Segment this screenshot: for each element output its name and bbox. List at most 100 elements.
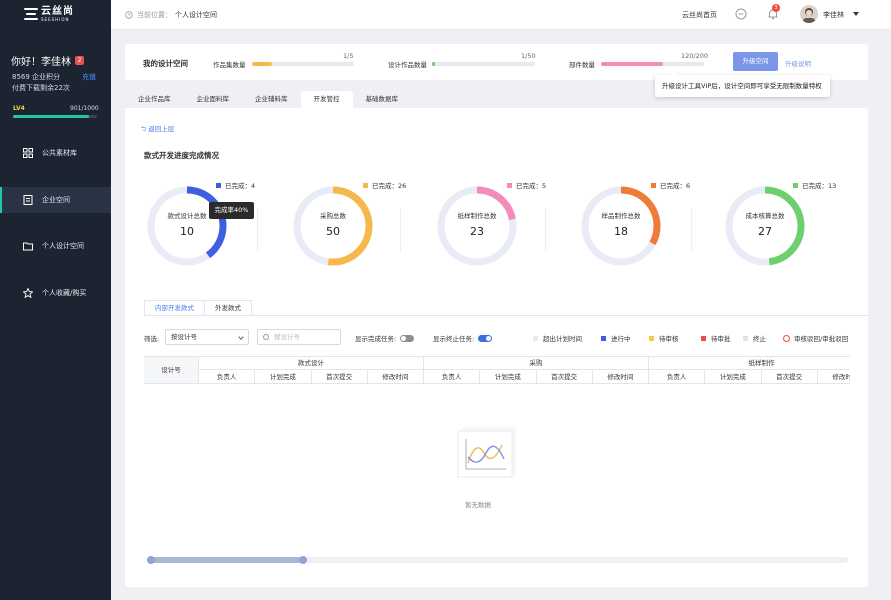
chevron-down-icon[interactable] xyxy=(853,12,859,16)
quota-value-parts: 120/200 xyxy=(681,52,709,60)
sub-tabs: 内部开发款式 外发款式 xyxy=(144,300,252,316)
legend-in-progress: 进行中 xyxy=(601,333,631,343)
subtab-internal[interactable]: 内部开发款式 xyxy=(144,300,205,316)
legend-swatch xyxy=(363,182,368,188)
legend-swatch xyxy=(651,182,656,188)
user-name[interactable]: 李佳林 xyxy=(823,10,844,20)
top-bar: 当前位置： 个人设计空间 云丝尚首页 3 李佳林 xyxy=(111,0,891,30)
show-stopped-label: 显示终止任务: xyxy=(433,335,475,343)
show-stopped-toggle[interactable] xyxy=(478,334,493,342)
sidebar-item-enterprise-space[interactable]: 企业空间 xyxy=(0,187,111,213)
legend-swatch xyxy=(507,182,512,188)
divider xyxy=(400,208,401,252)
scroll-right-handle[interactable] xyxy=(299,556,307,564)
avatar[interactable] xyxy=(800,5,818,23)
recharge-link[interactable]: 充值 xyxy=(82,72,96,82)
quota-title: 我的设计空间 xyxy=(143,59,188,68)
tab-enterprise-works[interactable]: 企业作品库 xyxy=(125,91,184,108)
donut-total: 50 xyxy=(326,225,340,238)
donut-done-legend: 已完成：26 xyxy=(363,180,406,190)
table-column-header: 首次提交 xyxy=(762,370,818,383)
table-column-header: 首次提交 xyxy=(537,370,593,383)
table-group-header: 纸样制作 xyxy=(649,357,850,370)
grid-icon xyxy=(23,148,33,158)
tab-enterprise-fabrics[interactable]: 企业面料库 xyxy=(184,91,243,108)
doc-icon xyxy=(23,195,33,205)
message-icon[interactable] xyxy=(735,8,747,20)
subtab-underline xyxy=(144,315,868,316)
quota-value-portfolio: 1/5 xyxy=(343,52,354,60)
tab-enterprise-trims[interactable]: 企业辅料库 xyxy=(242,91,301,108)
logo[interactable]: 云丝尚 SEESHION xyxy=(24,6,82,22)
empty-chart-illustration xyxy=(454,423,520,483)
quota-bar-parts xyxy=(601,62,704,66)
donut-done-text: 已完成：4 xyxy=(225,182,256,190)
legend-swatch xyxy=(743,335,748,341)
table-column-header: 负责人 xyxy=(199,370,256,383)
search-icon xyxy=(263,334,269,340)
table-column-header: 首次提交 xyxy=(312,370,368,383)
filter-select-value: 按设计号 xyxy=(171,333,197,341)
folder-icon xyxy=(23,241,33,251)
back-link[interactable]: ⮌ 返回上层 xyxy=(141,123,174,136)
logo-subname: SEESHION xyxy=(41,16,70,22)
empty-text: 暂无数据 xyxy=(465,501,491,509)
sidebar: 云丝尚 SEESHION 你好！李佳林 2 8569 企业积分 充值 付费下载剩… xyxy=(0,0,111,600)
donut-name: 样品制作总数 xyxy=(601,212,641,220)
upgrade-space-button[interactable]: 升级空间 xyxy=(733,52,778,71)
level-progress-bar xyxy=(13,115,97,118)
sidebar-item-public-library[interactable]: 公共素材库 xyxy=(0,140,111,166)
legend-label: 待审批 xyxy=(711,335,731,343)
donut-total: 10 xyxy=(180,225,194,238)
points-text: 8569 企业积分 xyxy=(12,73,61,81)
star-icon xyxy=(23,288,33,298)
upgrade-tooltip: 升级设计工具VIP后，设计空间即可享受无限制数量特权 xyxy=(655,71,830,97)
table-column-header: 负责人 xyxy=(649,370,706,383)
section-title: 款式开发进度完成情况 xyxy=(144,151,219,160)
level-label: LV4 xyxy=(13,105,25,112)
upgrade-info-link[interactable]: 升级说明 xyxy=(785,58,811,68)
tab-development-control[interactable]: 开发管控 xyxy=(300,91,353,108)
legend-label: 超出计划时间 xyxy=(543,335,582,343)
table-column-header: 负责人 xyxy=(424,370,481,383)
quota-bar-works xyxy=(432,62,535,66)
notification-badge: 3 xyxy=(772,4,780,12)
search-input[interactable]: 搜设计号 xyxy=(257,329,341,345)
scroll-left-handle[interactable] xyxy=(147,556,155,564)
filter-select[interactable]: 按设计号 xyxy=(165,329,249,345)
greeting-text: 你好！李佳林 xyxy=(11,57,71,68)
chevron-down-icon xyxy=(238,334,244,340)
legend-overdue: 超出计划时间 xyxy=(533,333,582,343)
filter-label: 筛选: xyxy=(144,335,160,343)
legend-label: 进行中 xyxy=(611,335,631,343)
quota-fill xyxy=(252,62,273,66)
main-tabs: 企业作品库 企业面料库 企业辅料库 开发管控 基础数据库 xyxy=(125,91,411,108)
horizontal-scrollbar[interactable] xyxy=(147,556,848,564)
show-done-toggle[interactable] xyxy=(400,334,415,342)
subtab-outsourced[interactable]: 外发款式 xyxy=(205,300,252,316)
donut-done-text: 已完成：26 xyxy=(372,182,407,190)
home-link[interactable]: 云丝尚首页 xyxy=(682,10,717,20)
sidebar-item-favorites[interactable]: 个人收藏/购买 xyxy=(0,280,111,306)
sidebar-item-label: 企业空间 xyxy=(42,196,70,204)
tab-base-database[interactable]: 基础数据库 xyxy=(353,91,412,108)
sidebar-item-personal-space[interactable]: 个人设计空间 xyxy=(0,233,111,259)
donut-tooltip: 完成率40% xyxy=(209,202,254,219)
divider xyxy=(257,208,258,252)
table-group-header: 采购 xyxy=(424,357,649,370)
table-column-header: 修改时间 xyxy=(593,370,649,383)
legend-label: 待审核 xyxy=(659,335,679,343)
legend-pending-approval: 待审批 xyxy=(701,333,731,343)
scrollbar-thumb[interactable] xyxy=(147,556,307,564)
table-column-header: 计划完成 xyxy=(480,370,537,383)
donut-total: 18 xyxy=(614,225,628,238)
legend-swatch xyxy=(216,182,221,188)
breadcrumb-prefix: 当前位置： xyxy=(137,11,172,19)
quota-bar-portfolio xyxy=(252,62,354,66)
show-done-label: 显示完成任务: xyxy=(355,335,397,343)
logo-mark-icon xyxy=(24,8,38,20)
back-link-label: 返回上层 xyxy=(148,125,175,133)
donut-done-text: 已完成：6 xyxy=(660,182,691,190)
donut-done-legend: 已完成：4 xyxy=(216,180,255,190)
level-progress-fill xyxy=(13,115,89,118)
